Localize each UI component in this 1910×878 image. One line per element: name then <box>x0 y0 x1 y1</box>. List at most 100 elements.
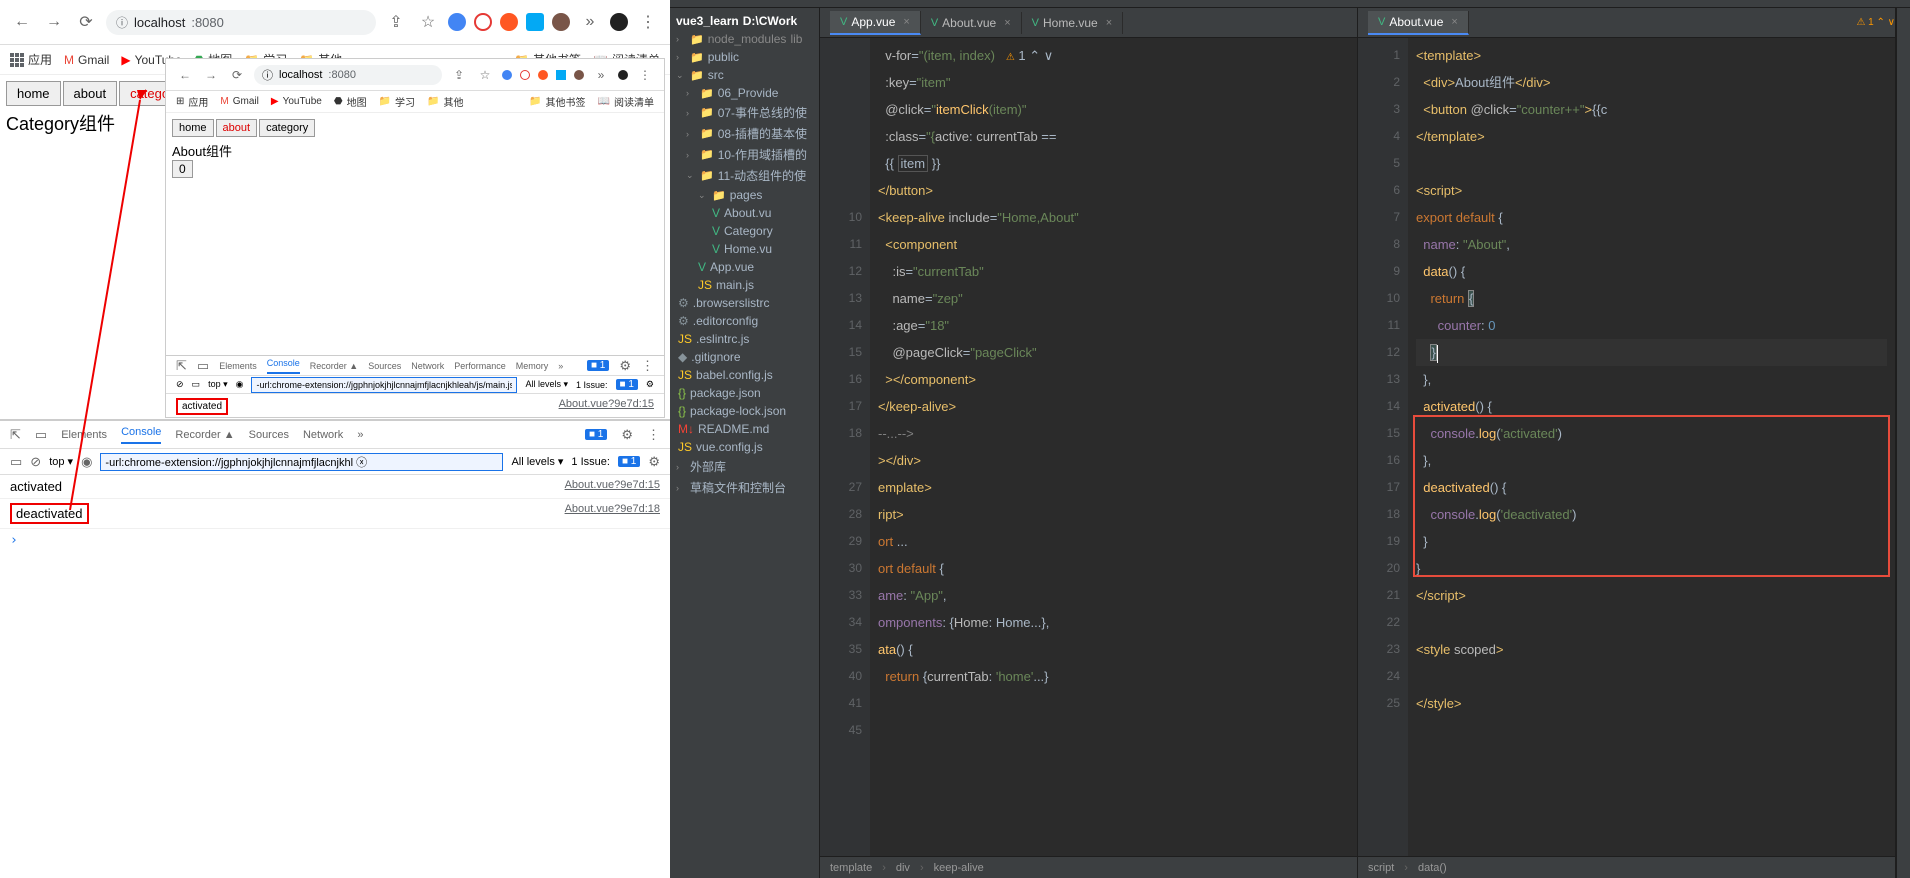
levels-select[interactable]: All levels ▾ <box>511 455 563 468</box>
youtube-bookmark[interactable]: ▶ YouTube <box>271 96 322 107</box>
clear-icon[interactable]: ⊘ <box>30 454 41 470</box>
url-bar[interactable]: ⓘ localhost:8080 <box>254 65 442 85</box>
ext-icon[interactable] <box>556 70 566 80</box>
issue-badge[interactable]: ■ 1 <box>616 379 638 390</box>
tree-file[interactable]: M↓ README.md <box>670 420 819 438</box>
breadcrumb-item[interactable]: div <box>896 862 910 874</box>
tab-about[interactable]: about <box>63 81 118 106</box>
more-ext[interactable]: » <box>592 66 610 84</box>
settings-icon[interactable]: ⚙ <box>648 454 660 470</box>
editor-tab-about[interactable]: V About.vue × <box>921 12 1022 34</box>
close-icon[interactable]: × <box>1106 17 1112 29</box>
context-select[interactable]: top ▾ <box>208 379 228 390</box>
tab-home[interactable]: home <box>172 119 214 137</box>
ext-icon-6[interactable] <box>610 13 628 31</box>
tree-file[interactable]: ⚙ .browserslistrc <box>670 294 819 312</box>
breadcrumb-item[interactable]: keep-alive <box>934 862 984 874</box>
code-content[interactable]: v-for="(item, index) ⚠ 1 ⌃ ∨ :key="item"… <box>870 38 1357 856</box>
gmail-bookmark[interactable]: M Gmail <box>220 96 258 107</box>
tab-network[interactable]: Network <box>411 361 444 371</box>
close-icon[interactable]: × <box>903 16 909 28</box>
console-source-link[interactable]: About.vue?9e7d:18 <box>565 503 660 524</box>
reload-button[interactable]: ⟳ <box>74 10 98 34</box>
tree-file-about[interactable]: V About.vu <box>670 204 819 222</box>
back-button[interactable]: ← <box>176 66 194 84</box>
editor-tab-about2[interactable]: V About.vue × <box>1368 11 1469 35</box>
tab-recorder[interactable]: Recorder ▲ <box>175 429 234 441</box>
tree-file-category[interactable]: V Category <box>670 222 819 240</box>
tree-scratch[interactable]: › 草稿文件和控制台 <box>670 477 819 498</box>
inspection-badge[interactable]: ⚠ 1 ⌃ ∨ <box>1856 17 1895 28</box>
back-button[interactable]: ← <box>10 10 34 34</box>
breadcrumb-item[interactable]: script <box>1368 862 1394 874</box>
code-content[interactable]: <template> <div>About组件</div> <button @c… <box>1408 38 1895 856</box>
tab-category[interactable]: category <box>259 119 315 137</box>
tree-pages[interactable]: ⌄📁 pages <box>670 186 819 204</box>
tree-public[interactable]: ›📁 public <box>670 48 819 66</box>
breadcrumb-item[interactable]: template <box>830 862 872 874</box>
tree-project-root[interactable]: vue3_learn D:\CWork <box>670 12 819 30</box>
tab-elements[interactable]: Elements <box>61 429 107 441</box>
tab-recorder[interactable]: Recorder ▲ <box>310 361 358 371</box>
clear-icon[interactable]: ⊘ <box>176 379 184 390</box>
breadcrumb-item[interactable]: data() <box>1418 862 1447 874</box>
filter-input[interactable] <box>251 377 517 393</box>
editor-tab-home[interactable]: V Home.vue × <box>1022 12 1123 34</box>
settings-icon[interactable]: ⚙ <box>621 427 633 443</box>
settings-icon[interactable]: ⚙ <box>619 358 631 374</box>
ext-icon[interactable] <box>538 70 548 80</box>
tab-elements[interactable]: Elements <box>219 361 257 371</box>
console-prompt[interactable]: › <box>0 529 670 552</box>
counter-button[interactable]: 0 <box>172 160 193 178</box>
ext-icon-5[interactable] <box>552 13 570 31</box>
share-icon[interactable]: ⇪ <box>384 10 408 34</box>
tab-home[interactable]: home <box>6 81 61 106</box>
menu-icon[interactable]: ⋮ <box>636 10 660 34</box>
tree-file[interactable]: JS vue.config.js <box>670 438 819 456</box>
tab-memory[interactable]: Memory <box>516 361 549 371</box>
console-source-link[interactable]: About.vue?9e7d:15 <box>559 398 654 415</box>
forward-button[interactable]: → <box>202 66 220 84</box>
tree-folder[interactable]: ›📁 07-事件总线的使 <box>670 102 819 123</box>
tab-more[interactable]: » <box>357 429 363 441</box>
eye-icon[interactable]: ◉ <box>236 379 244 390</box>
menu-icon[interactable]: ⋮ <box>636 66 654 84</box>
tree-file[interactable]: {} package.json <box>670 384 819 402</box>
tree-file[interactable]: JS babel.config.js <box>670 366 819 384</box>
ext-icon[interactable] <box>520 70 530 80</box>
ext-icon[interactable] <box>618 70 628 80</box>
editor-tab-app[interactable]: V App.vue × <box>830 11 921 35</box>
apps-button[interactable]: 应用 <box>10 51 52 68</box>
ext-icon-4[interactable] <box>526 13 544 31</box>
star-icon[interactable]: ☆ <box>476 66 494 84</box>
tree-folder[interactable]: ›📁 06_Provide <box>670 84 819 102</box>
tab-about[interactable]: about <box>216 119 258 137</box>
forward-button[interactable]: → <box>42 10 66 34</box>
tree-node-modules[interactable]: ›📁 node_modules lib <box>670 30 819 48</box>
url-bar[interactable]: ⓘ localhost:8080 <box>106 10 376 35</box>
tree-folder[interactable]: ›📁 10-作用域插槽的 <box>670 144 819 165</box>
other-bookmarks-folder[interactable]: 📁 其他书签 <box>529 94 585 109</box>
apps-button[interactable]: ⊞ 应用 <box>176 94 208 109</box>
sidebar-toggle[interactable]: ▭ <box>10 454 22 470</box>
filter-input[interactable] <box>100 453 503 471</box>
reload-button[interactable]: ⟳ <box>228 66 246 84</box>
inspect-icon[interactable]: ⇱ <box>10 427 21 443</box>
ext-icon[interactable] <box>502 70 512 80</box>
tree-file-main[interactable]: JS main.js <box>670 276 819 294</box>
inspect-icon[interactable]: ⇱ <box>176 358 187 374</box>
tab-console[interactable]: Console <box>121 426 161 444</box>
reading-list[interactable]: 📖 阅读清单 <box>598 94 654 109</box>
ext-icon-2[interactable] <box>474 13 492 31</box>
tab-performance[interactable]: Performance <box>454 361 506 371</box>
tree-file[interactable]: {} package-lock.json <box>670 402 819 420</box>
tree-folder[interactable]: ›📁 08-插槽的基本使 <box>670 123 819 144</box>
share-icon[interactable]: ⇪ <box>450 66 468 84</box>
context-select[interactable]: top ▾ <box>49 455 73 468</box>
sidebar-toggle[interactable]: ▭ <box>192 379 201 390</box>
other-bookmark[interactable]: 📁 其他 <box>427 94 463 109</box>
device-icon[interactable]: ▭ <box>197 358 209 374</box>
star-icon[interactable]: ☆ <box>416 10 440 34</box>
device-icon[interactable]: ▭ <box>35 427 47 443</box>
menu-icon[interactable]: ⋮ <box>641 358 654 374</box>
